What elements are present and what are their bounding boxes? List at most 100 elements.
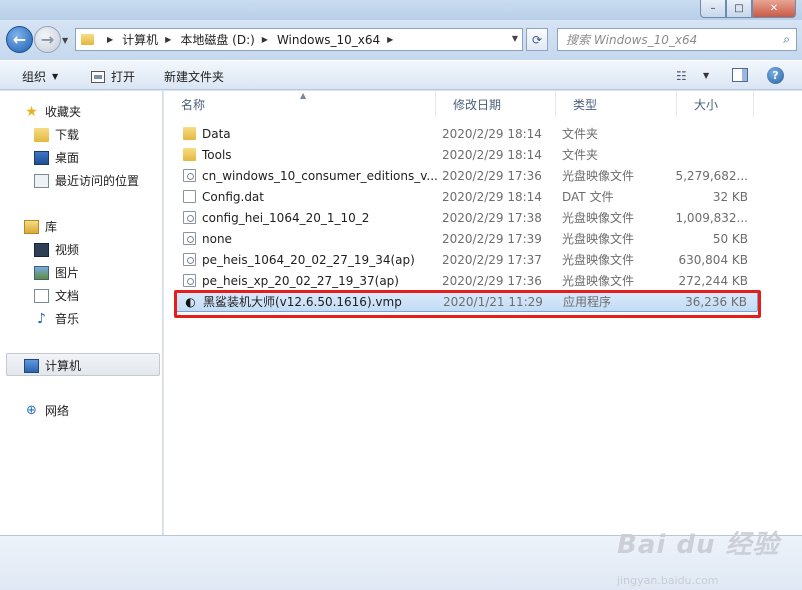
close-button[interactable]: ✕ [752,0,796,18]
sidebar-item-recent-places[interactable]: 最近访问的位置 [34,172,139,189]
table-row[interactable]: cn_windows_10_consumer_editions_v... 202… [174,165,758,186]
organize-label: 组织 [22,70,47,84]
file-name: pe_heis_1064_20_02_27_19_34(ap) [202,252,415,267]
chevron-right-icon[interactable]: ▶ [387,35,393,44]
file-type: 文件夹 [562,127,599,141]
column-header-name[interactable]: 名称 ▲ [164,91,436,117]
file-date: 2020/2/29 17:38 [442,210,542,225]
sidebar-item-network[interactable]: ⊕ 网络 [24,402,69,419]
video-library-icon [34,242,49,257]
sidebar-item-documents[interactable]: 文档 [34,287,79,304]
documents-library-icon [34,288,49,303]
disc-image-icon [183,232,196,245]
open-label: 打开 [111,70,136,84]
library-icon [24,219,39,234]
table-row[interactable]: none 2020/2/29 17:39 光盘映像文件 50 KB [174,228,758,249]
table-row[interactable]: Config.dat 2020/2/29 18:14 DAT 文件 32 KB [174,186,758,207]
column-header-date[interactable]: 修改日期 [436,91,556,117]
table-row[interactable]: config_hei_1064_20_1_10_2 2020/2/29 17:3… [174,207,758,228]
maximize-button[interactable]: □ [726,0,752,18]
organize-menu-button[interactable]: 组织 ▼ [22,68,58,85]
command-toolbar: 组织 ▼ 打开 新建文件夹 ☷ ▼ ? [0,60,802,90]
sidebar-item-downloads[interactable]: 下载 [34,126,79,143]
file-size: 5,279,682... [675,168,748,183]
file-date: 2020/2/29 17:39 [442,231,542,246]
chevron-right-icon[interactable]: ▶ [262,35,268,44]
desktop-icon [34,150,49,165]
sidebar-item-computer[interactable]: 计算机 [24,357,81,374]
file-name: Config.dat [202,189,264,204]
file-date: 2020/2/29 17:37 [442,252,542,267]
folder-icon [183,148,196,161]
address-history-dropdown-icon[interactable]: ▼ [512,34,518,43]
sidebar-item-libraries[interactable]: 库 [24,218,57,235]
file-name: none [202,231,232,246]
file-date: 2020/2/29 18:14 [442,189,542,204]
open-icon [91,70,105,83]
table-row[interactable]: Tools 2020/2/29 18:14 文件夹 [174,144,758,165]
view-options-icon[interactable]: ☷ [676,69,687,83]
watermark-logo: Bai du 经验 [617,530,780,560]
disc-image-icon [183,253,196,266]
search-icon[interactable]: ⌕ [783,32,790,47]
sidebar-item-label: 桌面 [55,151,80,165]
navigation-bar: ← → ▼ ▶ 计算机 ▶ 本地磁盘 (D:) ▶ Windows_10_x64… [0,20,802,60]
sidebar-item-label: 最近访问的位置 [55,174,140,188]
address-bar[interactable]: ▶ 计算机 ▶ 本地磁盘 (D:) ▶ Windows_10_x64 ▶ ▼ [75,28,523,51]
forward-button[interactable]: → [34,26,61,53]
file-type: 光盘映像文件 [562,232,635,246]
file-date: 2020/2/29 18:14 [442,147,542,162]
breadcrumb-computer[interactable]: 计算机 [122,31,158,48]
refresh-button[interactable]: ⟳ [526,28,548,51]
sidebar-item-label: 网络 [45,404,70,418]
sidebar-item-favorites[interactable]: ★ 收藏夹 [24,103,81,120]
sidebar-item-pictures[interactable]: 图片 [34,264,79,281]
chevron-down-icon: ▼ [52,72,59,81]
sidebar-item-label: 下载 [55,128,80,142]
file-size: 1,009,832... [675,210,748,225]
file-type: 光盘映像文件 [562,274,635,288]
breadcrumb-drive-d[interactable]: 本地磁盘 (D:) [180,31,254,48]
search-input[interactable]: 搜索 Windows_10_x64 ⌕ [557,28,797,51]
help-icon[interactable]: ? [767,67,784,84]
sidebar-item-label: 音乐 [55,312,80,326]
sidebar-item-music[interactable]: ♪ 音乐 [34,310,79,327]
file-size: 50 KB [712,231,748,246]
chevron-right-icon[interactable]: ▶ [165,35,171,44]
back-button[interactable]: ← [6,26,33,53]
recent-places-icon [34,173,49,188]
column-header-label: 大小 [694,97,719,112]
file-name: pe_heis_xp_20_02_27_19_37(ap) [202,273,399,288]
chevron-right-icon[interactable]: ▶ [107,35,113,44]
sidebar-item-label: 图片 [55,266,80,280]
downloads-folder-icon [34,127,49,142]
network-icon: ⊕ [26,403,37,418]
file-icon [183,190,196,203]
chevron-down-icon[interactable]: ▼ [703,71,709,80]
watermark-url: jingyan.baidu.com [617,574,719,587]
column-header-type[interactable]: 类型 [556,91,677,117]
file-name: Data [202,126,231,141]
breadcrumb-windows-folder[interactable]: Windows_10_x64 [277,33,380,47]
sidebar-item-videos[interactable]: 视频 [34,241,79,258]
table-row[interactable]: Data 2020/2/29 18:14 文件夹 [174,123,758,144]
column-header-size[interactable]: 大小 [677,91,754,117]
table-row[interactable]: pe_heis_1064_20_02_27_19_34(ap) 2020/2/2… [174,249,758,270]
sidebar-item-label: 库 [45,220,58,234]
table-row[interactable]: pe_heis_xp_20_02_27_19_37(ap) 2020/2/29 … [174,270,758,291]
sidebar-item-label: 计算机 [45,359,82,373]
star-icon: ★ [25,103,38,120]
sidebar-item-label: 视频 [55,243,80,257]
title-bar: – □ ✕ [0,0,802,20]
window-controls: – □ ✕ [700,0,796,18]
file-type: 文件夹 [562,148,599,162]
column-header-label: 名称 [181,97,206,112]
minimize-button[interactable]: – [700,0,726,18]
new-folder-button[interactable]: 新建文件夹 [164,68,224,85]
open-button[interactable]: 打开 [91,68,135,85]
preview-pane-icon[interactable] [732,68,748,82]
search-placeholder: 搜索 Windows_10_x64 [566,33,698,47]
recent-pages-dropdown-icon[interactable]: ▼ [62,36,68,45]
sidebar-item-desktop[interactable]: 桌面 [34,149,79,166]
disc-image-icon [183,169,196,182]
